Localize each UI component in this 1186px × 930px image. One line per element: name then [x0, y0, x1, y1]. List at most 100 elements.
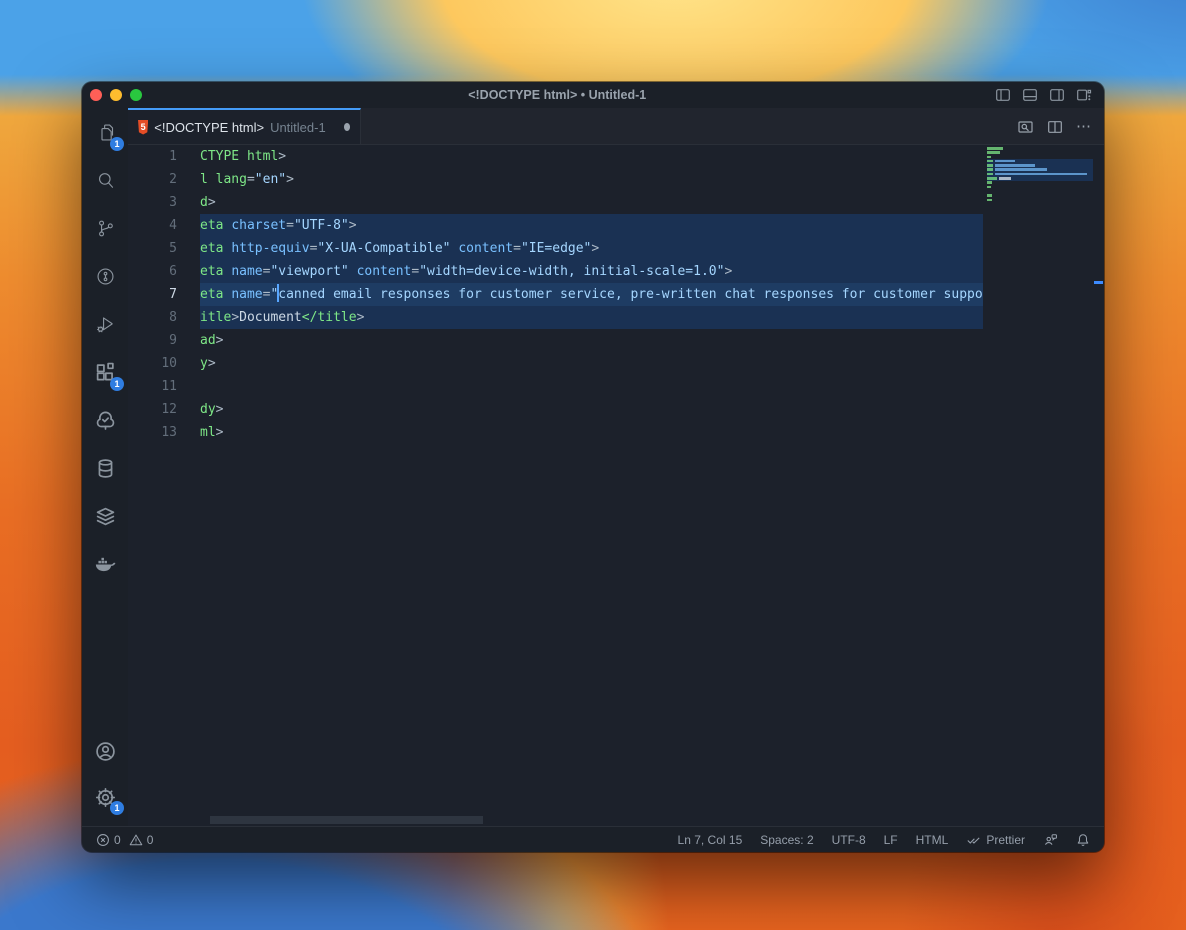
badge: 1 — [110, 377, 124, 391]
minimap-line — [987, 181, 1093, 184]
toggle-secondary-sidebar-icon[interactable] — [1049, 87, 1065, 103]
encoding-status[interactable]: UTF-8 — [832, 833, 866, 847]
line-number[interactable]: 11 — [128, 375, 200, 398]
minimap-line — [987, 156, 1093, 159]
traffic-lights — [82, 89, 142, 101]
overview-ruler[interactable] — [1093, 145, 1104, 826]
minimap-line — [987, 164, 1093, 167]
minimap-line — [987, 186, 1093, 189]
warning-icon — [129, 833, 143, 847]
badge: 1 — [110, 137, 124, 151]
horizontal-scrollbar[interactable] — [210, 816, 483, 824]
layers-icon — [95, 506, 116, 527]
code-line[interactable]: eta charset="UTF-8"> — [200, 214, 983, 237]
line-number[interactable]: 2 — [128, 168, 200, 191]
code-line[interactable]: ad> — [200, 329, 983, 352]
code-line[interactable]: dy> — [200, 398, 983, 421]
modified-indicator-dot[interactable] — [344, 123, 350, 131]
activity-bar: 1 1 1 — [82, 108, 128, 826]
line-number[interactable]: 4 — [128, 214, 200, 237]
activity-bar-item-commit-graph[interactable] — [82, 252, 128, 300]
line-number[interactable]: 13 — [128, 421, 200, 444]
notifications-bell-icon[interactable] — [1076, 833, 1090, 847]
line-number[interactable]: 1 — [128, 145, 200, 168]
activity-bar-item-source-control[interactable] — [82, 204, 128, 252]
minimap-line — [987, 160, 1093, 163]
toggle-panel-icon[interactable] — [1022, 87, 1038, 103]
code-line[interactable]: d> — [200, 191, 983, 214]
minimap-line — [987, 199, 1093, 202]
double-check-icon — [966, 833, 981, 847]
code-line[interactable]: itle>Document</title> — [200, 306, 983, 329]
code-line[interactable] — [200, 375, 983, 398]
html5-icon: 5 — [138, 120, 148, 135]
line-number[interactable]: 7 — [128, 283, 200, 306]
tab-untitled-1[interactable]: 5 <!DOCTYPE html> Untitled-1 — [128, 108, 361, 144]
minimap-line — [987, 151, 1093, 154]
code-line[interactable]: l lang="en"> — [200, 168, 983, 191]
line-number[interactable]: 8 — [128, 306, 200, 329]
activity-bar-item-accounts[interactable] — [82, 728, 128, 774]
more-actions-icon[interactable]: ⋯ — [1076, 122, 1092, 132]
vscode-window: <!DOCTYPE html> • Untitled-1 11 1 — [82, 82, 1104, 852]
eol-status[interactable]: LF — [884, 833, 898, 847]
line-number[interactable]: 9 — [128, 329, 200, 352]
code-line[interactable]: CTYPE html> — [200, 145, 983, 168]
activity-bar-item-database[interactable] — [82, 444, 128, 492]
code-editor[interactable]: 12345678910111213 CTYPE html>l lang="en"… — [128, 145, 1104, 826]
docker-icon — [94, 554, 116, 575]
code-line[interactable]: y> — [200, 352, 983, 375]
run-debug-icon — [95, 314, 116, 335]
close-button[interactable] — [90, 89, 102, 101]
cursor-position-status[interactable]: Ln 7, Col 15 — [678, 833, 743, 847]
code-lines: CTYPE html>l lang="en">d>eta charset="UT… — [200, 145, 983, 444]
line-number[interactable]: 12 — [128, 398, 200, 421]
code-line[interactable]: eta name="viewport" content="width=devic… — [200, 260, 983, 283]
minimize-button[interactable] — [110, 89, 122, 101]
status-bar: 0 0 Ln 7, Col 15 Spaces: 2 UTF-8 LF HTML… — [82, 826, 1104, 852]
line-number[interactable]: 3 — [128, 191, 200, 214]
open-preview-icon[interactable] — [1017, 119, 1034, 135]
minimap-line — [987, 168, 1093, 171]
line-number[interactable]: 10 — [128, 352, 200, 375]
account-icon — [95, 741, 116, 762]
minimap[interactable] — [987, 147, 1093, 203]
activity-bar-item-extensions[interactable]: 1 — [82, 348, 128, 396]
activity-bar-item-search[interactable] — [82, 156, 128, 204]
line-number[interactable]: 5 — [128, 237, 200, 260]
editor-actions: ⋯ — [1017, 108, 1092, 145]
minimap-line — [987, 173, 1093, 176]
activity-bar-item-run-and-debug[interactable] — [82, 300, 128, 348]
customize-layout-icon[interactable] — [1076, 87, 1092, 103]
toggle-primary-sidebar-icon[interactable] — [995, 87, 1011, 103]
activity-bar-item-settings[interactable]: 1 — [82, 774, 128, 820]
search-icon — [95, 170, 116, 191]
indentation-status[interactable]: Spaces: 2 — [760, 833, 813, 847]
activity-bar-item-docker[interactable] — [82, 540, 128, 588]
window-title: <!DOCTYPE html> • Untitled-1 — [468, 88, 646, 102]
activity-bar-item-testing[interactable] — [82, 396, 128, 444]
source-control-icon — [95, 218, 116, 239]
code-line[interactable]: eta http-equiv="X-UA-Compatible" content… — [200, 237, 983, 260]
activity-bar-item-layers[interactable] — [82, 492, 128, 540]
overview-cursor-marker — [1094, 281, 1103, 284]
tab-description: Untitled-1 — [270, 120, 326, 135]
language-mode-status[interactable]: HTML — [916, 833, 949, 847]
feedback-icon[interactable] — [1043, 833, 1058, 847]
code-line[interactable]: ml> — [200, 421, 983, 444]
gutter: 12345678910111213 — [128, 145, 200, 444]
tab-bar: 5 <!DOCTYPE html> Untitled-1 ⋯ — [128, 108, 1104, 145]
formatter-status[interactable]: Prettier — [966, 833, 1025, 847]
minimap-line — [987, 177, 1093, 180]
badge: 1 — [110, 801, 124, 815]
zoom-button[interactable] — [130, 89, 142, 101]
split-editor-icon[interactable] — [1047, 119, 1063, 135]
commit-graph-icon — [95, 266, 116, 287]
minimap-line — [987, 190, 1093, 193]
activity-bar-item-explorer[interactable]: 1 — [82, 108, 128, 156]
warning-count: 0 — [147, 833, 154, 847]
code-line[interactable]: eta name="canned email responses for cus… — [200, 283, 983, 306]
error-count: 0 — [114, 833, 121, 847]
problems-status[interactable]: 0 0 — [96, 833, 153, 847]
line-number[interactable]: 6 — [128, 260, 200, 283]
